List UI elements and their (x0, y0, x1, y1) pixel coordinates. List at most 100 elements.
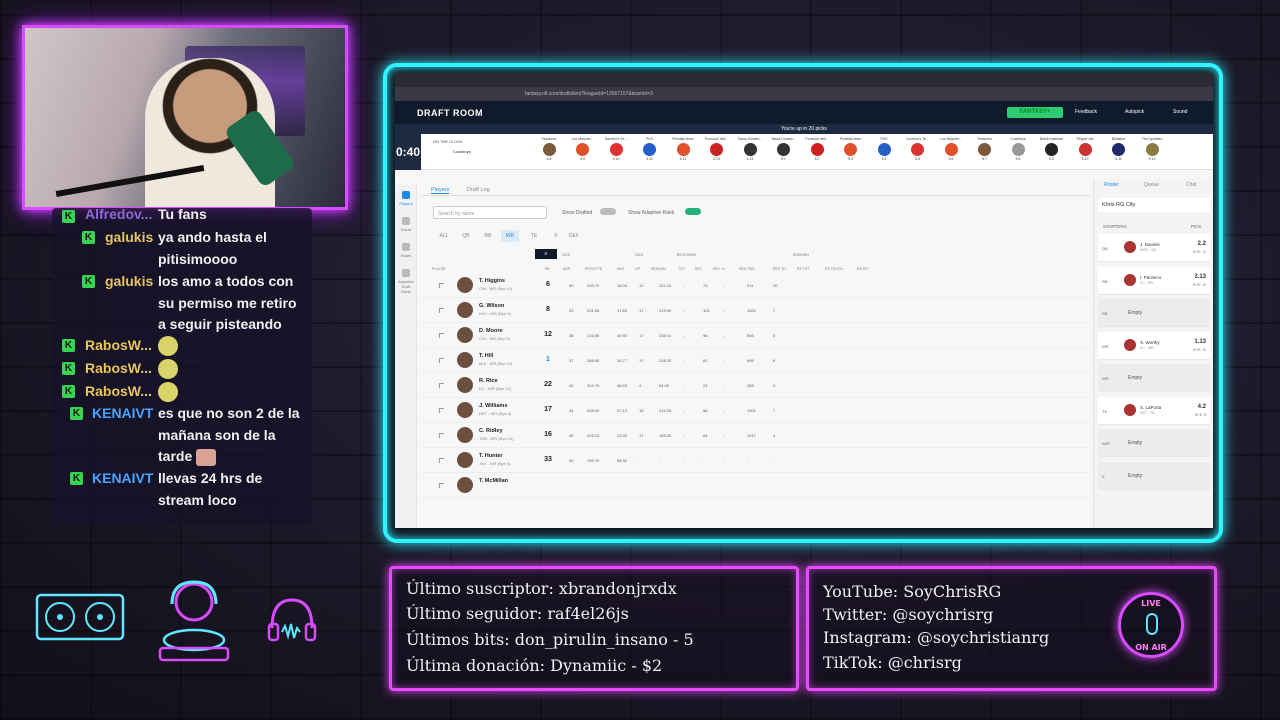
column-header[interactable]: REC (695, 267, 702, 271)
flag-icon[interactable] (439, 283, 444, 288)
roster-slot[interactable]: W/R Empty (1098, 429, 1210, 457)
player-name[interactable]: T. McMillan (479, 478, 508, 484)
player-row[interactable]: J. Williams DET - WR (Bye 8) 17 44 208.00 37.… (421, 398, 1091, 423)
roster-slot[interactable]: RB I. Pacheco KC - RB 3.13 BYE: 10 (1098, 266, 1210, 295)
column-header[interactable]: ADP (563, 267, 570, 271)
turntable-icon (35, 593, 125, 641)
column-header[interactable]: SEASON (651, 267, 666, 271)
tab-queue[interactable]: Queue (1144, 182, 1159, 188)
ticker-pick: Gomero's Te... 4.10 (602, 137, 630, 161)
player-row[interactable]: T. Hill MIA - WR (Bye 12) 1 37 268.90 16.77 17… (421, 348, 1091, 373)
position-filter-rb[interactable]: RB (479, 230, 497, 242)
team-select[interactable]: Khris RG City (1098, 198, 1210, 212)
position-filter-all[interactable]: ALL (435, 230, 453, 242)
show-adaptive-toggle[interactable] (685, 208, 701, 215)
flag-icon[interactable] (439, 333, 444, 338)
position-filter-wr[interactable]: WR (501, 230, 519, 242)
player-name[interactable]: T. Higgins (479, 278, 505, 284)
flag-icon[interactable] (439, 408, 444, 413)
ticker-pick-number: 5.11 (1115, 157, 1122, 161)
nav-adaptive-rank[interactable]: Adaptive Draft Rank (397, 269, 415, 294)
chat-text: los amo a todos con su permiso me retiro… (158, 273, 297, 332)
flag-icon[interactable] (439, 383, 444, 388)
player-row[interactable]: T. Higgins CIN - WR (Bye 10) 6 50 233.70 15.0… (421, 273, 1091, 298)
stat-cell: 17 (639, 333, 644, 338)
tab-draft-log[interactable]: Draft Log (467, 187, 490, 193)
url-text[interactable]: fantasy.nfl.com/draftclient?leagueId=126… (525, 91, 653, 97)
flag-icon[interactable] (439, 483, 444, 488)
nav-event[interactable]: Event (397, 217, 415, 232)
nav-rules[interactable]: Rules (397, 243, 415, 258)
column-header[interactable]: PROJ PTS (585, 267, 602, 271)
tab-chat[interactable]: Chat (1186, 182, 1197, 188)
browser-urlbar[interactable]: fantasy.nfl.com/draftclient?leagueId=126… (395, 87, 1213, 101)
flag-icon[interactable] (439, 433, 444, 438)
player-team: CIN - WR (Bye 10) (479, 286, 513, 291)
column-header[interactable]: REC TD (773, 267, 786, 271)
roster-slot[interactable]: K Empty (1098, 461, 1210, 490)
player-name[interactable]: G. Wilson (479, 303, 504, 309)
fantasy-plus-button[interactable]: FANTASY+ (1007, 107, 1063, 118)
player-row[interactable]: G. Wilson NYJ - WR (Bye 9) 8 33 231.00 17.60 1… (421, 298, 1091, 323)
ticker-pick: Ponsoon dell... 5.2 (803, 137, 831, 161)
column-player[interactable]: PLAYER (432, 267, 446, 271)
roster-slot[interactable]: TE S. LaPorta DET - TE 4.2 BYE: 8 (1098, 396, 1210, 425)
column-header[interactable]: RZ TGT (797, 267, 810, 271)
column-header[interactable]: REC % (713, 267, 724, 271)
sound-toggle[interactable]: Sound (1173, 109, 1187, 115)
column-header[interactable]: RZ TOUCH (825, 267, 843, 271)
column-header[interactable]: RK (545, 267, 550, 271)
flag-icon[interactable] (439, 308, 444, 313)
position-filter-k[interactable]: K (547, 230, 565, 242)
autopick-toggle[interactable]: Autopick (1125, 109, 1144, 115)
player-name[interactable]: T. Hill (479, 353, 493, 359)
stat-cell: 46.53 (617, 383, 628, 388)
player-name[interactable]: J. Williams (479, 403, 507, 409)
player-row[interactable]: C. Ridley TEN - WR (Bye 10) 16 40 203.10 13.9… (421, 423, 1091, 448)
position-filter-qb[interactable]: QB (457, 230, 475, 242)
last-bits: Últimos bits: don_pirulin_insano - 5 (406, 630, 694, 649)
nav-players[interactable]: Players (397, 191, 415, 206)
flag-icon[interactable] (439, 458, 444, 463)
player-row[interactable]: D. Moore CHI - WR (Bye 5) 12 38 216.50 49.90 1… (421, 323, 1091, 348)
player-row[interactable]: R. Rice KC - WR (Bye 10) 22 42 204.70 46.53 4 6… (421, 373, 1091, 398)
position-filter-def[interactable]: DEF (565, 230, 583, 242)
roster-slot[interactable]: RB Empty (1098, 299, 1210, 327)
kick-badge-icon: K (62, 339, 75, 352)
tab-players[interactable]: Players (431, 187, 450, 194)
player-row[interactable]: T. Hunter JAX - WR (Bye 8) 33 50 195.70 65.30… (421, 448, 1091, 473)
position-filter-te[interactable]: TE (525, 230, 543, 242)
kick-badge-icon: K (70, 472, 83, 485)
year-selector[interactable]: R (535, 249, 557, 259)
year-2024[interactable]: 2024 (635, 253, 643, 257)
roster-slot[interactable]: WR X. Worthy KC - WR 1.13 BYE: 10 (1098, 331, 1210, 360)
stat-cell: 204.70 (587, 383, 600, 388)
ticker-pick-number: 4.8 (546, 157, 552, 161)
show-drafted-toggle[interactable] (600, 208, 616, 215)
feedback-link[interactable]: Feedback (1075, 109, 1097, 115)
flag-icon[interactable] (439, 358, 444, 363)
helmet-icon (1045, 143, 1058, 156)
players-icon (402, 191, 410, 199)
player-name[interactable]: T. Hunter (479, 453, 503, 459)
ticker-pick-number: 5.9 (1049, 157, 1054, 161)
player-name[interactable]: D. Moore (479, 328, 503, 334)
stat-cell: 15 (639, 408, 644, 413)
tab-roster[interactable]: Roster (1104, 182, 1119, 188)
column-header[interactable]: AVG (617, 267, 624, 271)
column-header[interactable]: RZ ATT (857, 267, 869, 271)
column-header[interactable]: GP (635, 267, 640, 271)
year-2025[interactable]: 2025 (562, 253, 570, 257)
player-search-input[interactable]: Search by name (433, 206, 547, 219)
roster-slot[interactable]: QB J. Daniels WAS - QB 2.2 BYE: 12 (1098, 234, 1210, 262)
stat-cell: 1104 (747, 308, 756, 313)
player-row[interactable]: T. McMillan (421, 473, 1091, 498)
column-header[interactable]: TGT (678, 267, 685, 271)
roster-slot[interactable]: WR Empty (1098, 364, 1210, 392)
player-name[interactable]: R. Rice (479, 378, 498, 384)
last-donation: Última donación: Dynamiic - $2 (406, 656, 663, 675)
player-name[interactable]: C. Ridley (479, 428, 503, 434)
stat-cell: - (683, 283, 685, 288)
column-header[interactable]: REC YDS (739, 267, 755, 271)
slot-empty: Empty (1128, 310, 1143, 316)
